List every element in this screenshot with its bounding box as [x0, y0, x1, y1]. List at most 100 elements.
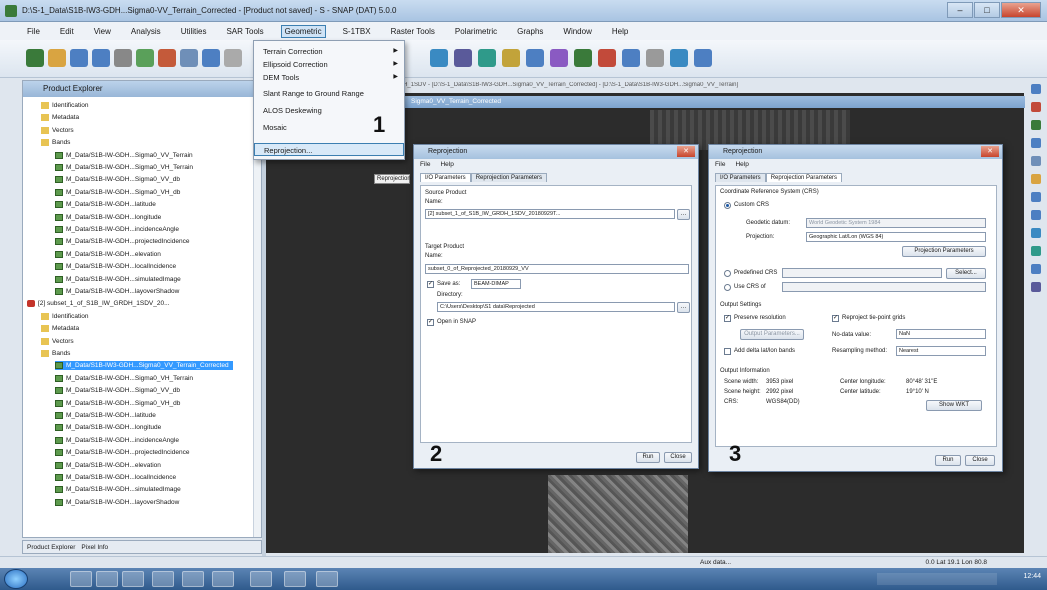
band-node[interactable]: M_Data/S1B-IW-GDH...layoverShadow — [55, 498, 179, 507]
menu-help[interactable]: Help — [735, 161, 748, 168]
tree-folder[interactable]: Bands — [41, 138, 70, 147]
tool-window-icon[interactable] — [1031, 282, 1041, 292]
toolbar-tool-icon[interactable] — [114, 49, 132, 67]
menu-window[interactable]: Window — [560, 26, 594, 37]
show-wkt-button[interactable]: Show WKT — [926, 400, 982, 411]
taskbar-app-icon[interactable] — [250, 571, 272, 587]
tree-folder[interactable]: Vectors — [41, 337, 74, 346]
menu-s-1tbx[interactable]: S-1TBX — [340, 26, 374, 37]
band-node[interactable]: M_Data/S1B-IW-GDH...elevation — [55, 461, 161, 470]
band-node[interactable]: M_Data/S1B-IW-GDH...simulatedImage — [55, 485, 181, 494]
menu-help[interactable]: Help — [609, 26, 631, 37]
band-node[interactable]: M_Data/S1B-IW-GDH...Sigma0_VV_db — [55, 175, 180, 184]
product-node[interactable]: [2] subset_1_of_S1B_IW_GRDH_1SDV_20... — [27, 299, 170, 308]
menu-graphs[interactable]: Graphs — [514, 26, 546, 37]
tool-window-icon[interactable] — [1031, 138, 1041, 148]
band-node[interactable]: M_Data/S1B-IW3-GDH...Sigma0_VV_Terrain_C… — [55, 361, 233, 371]
band-node[interactable]: M_Data/S1B-IW-GDH...layoverShadow — [55, 287, 179, 296]
source-product-select[interactable]: [2] subset_1_of_S1B_IW_GRDH_1SDV_2018092… — [425, 209, 675, 219]
directory-browse-button[interactable]: … — [677, 302, 690, 313]
menu-edit[interactable]: Edit — [57, 26, 77, 37]
run-button[interactable]: Run — [636, 452, 660, 463]
tab-reprojection-parameters[interactable]: Reprojection Parameters — [765, 173, 843, 182]
geodetic-datum-select[interactable]: World Geodetic System 1984 — [806, 218, 986, 228]
menu-geometric[interactable]: Geometric — [280, 24, 326, 38]
toolbar-tool-icon[interactable] — [158, 49, 176, 67]
tool-window-icon[interactable] — [1031, 156, 1041, 166]
band-node[interactable]: M_Data/S1B-IW-GDH...Sigma0_VH_Terrain — [55, 163, 193, 172]
tree-folder[interactable]: Metadata — [41, 324, 79, 333]
tool-window-icon[interactable] — [1031, 192, 1041, 202]
reproject-tie-points-checkbox[interactable]: ✓ — [832, 315, 839, 322]
menu-item-dem-tools[interactable]: DEM Tools ▶ — [254, 71, 404, 84]
toolbar-tool-icon[interactable] — [92, 49, 110, 67]
band-node[interactable]: M_Data/S1B-IW-GDH...Sigma0_VH_db — [55, 188, 180, 197]
tab-pixel-info[interactable]: Pixel Info — [81, 544, 108, 551]
toolbar-tool-icon[interactable] — [526, 49, 544, 67]
tree-folder[interactable]: Identification — [41, 101, 89, 110]
dialog-close-icon[interactable]: ✕ — [677, 146, 695, 157]
tab-io-parameters[interactable]: I/O Parameters — [715, 173, 766, 182]
tree-folder[interactable]: Bands — [41, 349, 70, 358]
toolbar-tool-icon[interactable] — [202, 49, 220, 67]
tree-folder[interactable]: Metadata — [41, 113, 79, 122]
tool-window-icon[interactable] — [1031, 102, 1041, 112]
toolbar-tool-icon[interactable] — [454, 49, 472, 67]
toolbar-tool-icon[interactable] — [670, 49, 688, 67]
tool-window-icon[interactable] — [1031, 120, 1041, 130]
tree-folder[interactable]: Identification — [41, 312, 89, 321]
toolbar-tool-icon[interactable] — [574, 49, 592, 67]
save-as-checkbox[interactable]: ✓ — [427, 281, 434, 288]
toolbar-tool-icon[interactable] — [224, 49, 242, 67]
toolbar-tool-icon[interactable] — [694, 49, 712, 67]
resampling-select[interactable]: Nearest — [896, 346, 986, 356]
toolbar-tool-icon[interactable] — [550, 49, 568, 67]
tool-window-icon[interactable] — [1031, 264, 1041, 274]
tool-window-icon[interactable] — [1031, 174, 1041, 184]
band-node[interactable]: M_Data/S1B-IW-GDH...Sigma0_VV_Terrain — [55, 151, 193, 160]
tree-folder[interactable]: Vectors — [41, 126, 74, 135]
custom-crs-radio[interactable] — [724, 202, 731, 209]
menu-raster-tools[interactable]: Raster Tools — [388, 26, 438, 37]
taskbar-app-icon[interactable] — [122, 571, 144, 587]
band-node[interactable]: M_Data/S1B-IW-GDH...localIncidence — [55, 262, 176, 271]
band-node[interactable]: M_Data/S1B-IW-GDH...Sigma0_VH_db — [55, 399, 180, 408]
taskbar-app-icon[interactable] — [70, 571, 92, 587]
toolbar-tool-icon[interactable] — [502, 49, 520, 67]
toolbar-tool-icon[interactable] — [136, 49, 154, 67]
image-view-tab[interactable]: Sigma0_VV_Terrain_Corrected — [405, 96, 1025, 108]
use-crs-of-select[interactable] — [782, 282, 986, 292]
toolbar-tool-icon[interactable] — [478, 49, 496, 67]
menu-item-reprojection[interactable]: Reprojection... — [254, 143, 404, 156]
toolbar-tool-icon[interactable] — [622, 49, 640, 67]
menu-item-slant-range-to-ground-range[interactable]: Slant Range to Ground Range — [254, 87, 404, 100]
menu-item-ellipsoid-correction[interactable]: Ellipsoid Correction ▶ — [254, 58, 404, 71]
band-node[interactable]: M_Data/S1B-IW-GDH...Sigma0_VV_db — [55, 386, 180, 395]
toolbar-tool-icon[interactable] — [430, 49, 448, 67]
tool-window-icon[interactable] — [1031, 246, 1041, 256]
band-node[interactable]: M_Data/S1B-IW-GDH...incidenceAngle — [55, 225, 179, 234]
taskbar-app-icon[interactable] — [284, 571, 306, 587]
tool-window-icon[interactable] — [1031, 84, 1041, 94]
band-node[interactable]: M_Data/S1B-IW-GDH...Sigma0_VH_Terrain — [55, 374, 193, 383]
band-node[interactable]: M_Data/S1B-IW-GDH...projectedIncidence — [55, 448, 189, 457]
preserve-resolution-checkbox[interactable]: ✓ — [724, 315, 731, 322]
predefined-crs-radio[interactable] — [724, 270, 731, 277]
menu-view[interactable]: View — [91, 26, 114, 37]
menu-utilities[interactable]: Utilities — [178, 26, 210, 37]
add-delta-checkbox[interactable] — [724, 348, 731, 355]
close-dialog-button[interactable]: Close — [965, 455, 995, 466]
toolbar-tool-icon[interactable] — [48, 49, 66, 67]
close-button[interactable]: ✕ — [1001, 2, 1041, 18]
band-node[interactable]: M_Data/S1B-IW-GDH...longitude — [55, 213, 161, 222]
nodata-field[interactable]: NaN — [896, 329, 986, 339]
use-crs-of-radio[interactable] — [724, 284, 731, 291]
source-browse-button[interactable]: … — [677, 209, 690, 220]
toolbar-tool-icon[interactable] — [26, 49, 44, 67]
explorer-scrollbar[interactable] — [253, 97, 261, 537]
menu-file[interactable]: File — [420, 161, 430, 168]
tab-reprojection-parameters[interactable]: Reprojection Parameters — [470, 173, 548, 182]
open-in-snap-checkbox[interactable]: ✓ — [427, 319, 434, 326]
taskbar-app-icon[interactable] — [152, 571, 174, 587]
maximize-button[interactable]: □ — [974, 2, 1000, 18]
